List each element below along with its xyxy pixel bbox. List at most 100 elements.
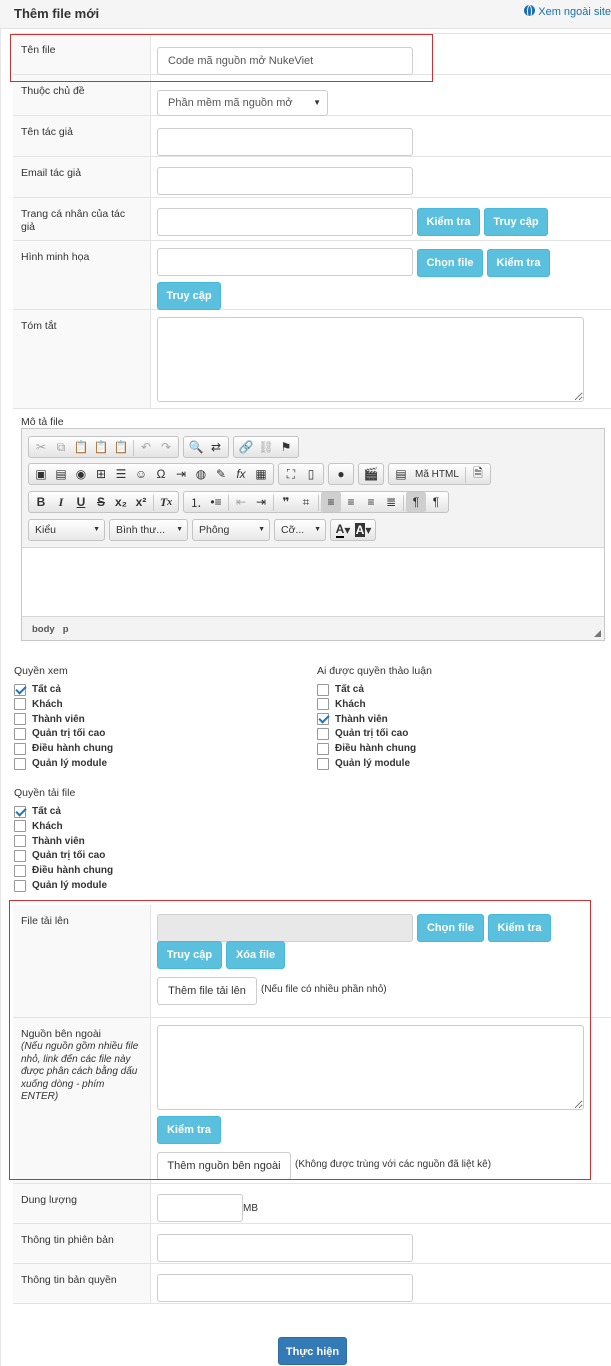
size-combo[interactable]: Cỡ... ▼	[274, 519, 326, 541]
discuss-checkbox[interactable]	[317, 683, 329, 696]
page-break-icon[interactable]: ⇥	[171, 464, 191, 484]
formula-icon[interactable]: fx	[231, 464, 251, 484]
external-source-textarea[interactable]	[157, 1025, 584, 1110]
anchor-flag-icon[interactable]: ⚑	[276, 437, 296, 457]
image-choose-button[interactable]: Chọn file	[417, 249, 483, 277]
align-center-icon[interactable]: ≡	[341, 492, 361, 512]
author-url-check-button[interactable]: Kiểm tra	[417, 208, 480, 236]
image-check-button[interactable]: Kiểm tra	[487, 249, 550, 277]
about-icon[interactable]: ●	[331, 464, 351, 484]
font-combo[interactable]: Phông ▼	[192, 519, 270, 541]
view-checkbox[interactable]	[14, 683, 26, 696]
special-char-icon[interactable]: Ω	[151, 464, 171, 484]
bulleted-list-icon[interactable]: •≡	[206, 492, 226, 512]
summary-textarea[interactable]	[157, 317, 584, 402]
paste-word-icon[interactable]: 📋	[111, 437, 131, 457]
replace-icon[interactable]: ⇄	[206, 437, 226, 457]
smiley-icon[interactable]: ☺	[131, 464, 151, 484]
resize-grip-icon[interactable]	[594, 630, 601, 637]
file-name-input[interactable]	[157, 47, 413, 75]
horizontal-rule-icon[interactable]: ☰	[111, 464, 131, 484]
media-icon[interactable]: ◉	[71, 464, 91, 484]
video-icon[interactable]: ▦	[251, 464, 271, 484]
filesize-input[interactable]	[157, 1194, 243, 1222]
format-combo[interactable]: Bình thư... ▼	[109, 519, 188, 541]
view-option[interactable]: Quản lý module	[14, 756, 107, 771]
external-check-button[interactable]: Kiểm tra	[157, 1116, 221, 1144]
author-url-visit-button[interactable]: Truy cập	[484, 208, 548, 236]
discuss-checkbox[interactable]	[317, 698, 329, 711]
background-color-icon[interactable]: A ▾	[353, 520, 373, 540]
upload-choose-button[interactable]: Chọn file	[417, 914, 484, 942]
link-icon[interactable]: 🔗	[236, 437, 256, 457]
table-icon[interactable]: ⊞	[91, 464, 111, 484]
italic-icon[interactable]: I	[51, 492, 71, 512]
download-option[interactable]: Tất cả	[14, 804, 61, 819]
add-external-source-button[interactable]: Thêm nguồn bên ngoài	[157, 1152, 291, 1180]
download-checkbox[interactable]	[14, 835, 26, 848]
underline-icon[interactable]: U	[71, 492, 91, 512]
view-option[interactable]: Quản trị tối cao	[14, 726, 105, 741]
discuss-checkbox[interactable]	[317, 727, 329, 740]
flash-icon[interactable]: ▤	[51, 464, 71, 484]
download-option[interactable]: Quản trị tối cao	[14, 848, 105, 863]
align-right-icon[interactable]: ≡	[361, 492, 381, 512]
author-email-input[interactable]	[157, 167, 413, 195]
discuss-checkbox[interactable]	[317, 713, 329, 726]
text-color-icon[interactable]: A ▾	[333, 520, 353, 540]
ltr-icon[interactable]: ¶	[406, 492, 426, 512]
source-button[interactable]: ▤ Mã HTML 🗎	[388, 463, 491, 485]
show-blocks-icon[interactable]: ▯	[301, 464, 321, 484]
redo-icon[interactable]: ↷	[156, 437, 176, 457]
download-checkbox[interactable]	[14, 820, 26, 833]
download-option[interactable]: Quản lý module	[14, 878, 107, 893]
upload-visit-button[interactable]: Truy cập	[157, 941, 222, 969]
upload-delete-button[interactable]: Xóa file	[226, 941, 285, 969]
category-select[interactable]: Phần mềm mã nguồn mở ▼	[157, 90, 328, 116]
align-left-icon[interactable]: ≡	[321, 492, 341, 512]
discuss-option[interactable]: Khách	[317, 697, 366, 712]
outdent-icon[interactable]: ⇤	[231, 492, 251, 512]
view-option[interactable]: Thành viên	[14, 712, 85, 727]
undo-icon[interactable]: ↶	[136, 437, 156, 457]
download-option[interactable]: Thành viên	[14, 834, 85, 849]
image-visit-button[interactable]: Truy cập	[157, 282, 221, 310]
view-outside-link[interactable]: Xem ngoài site	[524, 5, 611, 18]
paste-text-icon[interactable]: 📋	[91, 437, 111, 457]
view-checkbox[interactable]	[14, 757, 26, 770]
author-name-input[interactable]	[157, 128, 413, 156]
style-combo[interactable]: Kiểu ▼	[28, 519, 105, 541]
document-icon[interactable]: 🗎	[468, 464, 488, 484]
maximize-icon[interactable]: ⛶	[281, 464, 301, 484]
numbered-list-icon[interactable]: ⒈	[186, 492, 206, 512]
align-justify-icon[interactable]: ≣	[381, 492, 401, 512]
film-icon[interactable]: 🎬	[361, 464, 381, 484]
iframe-icon[interactable]: ◍	[191, 464, 211, 484]
add-upload-file-button[interactable]: Thêm file tải lên	[157, 977, 257, 1005]
create-div-icon[interactable]: ⌗	[296, 492, 316, 512]
download-checkbox[interactable]	[14, 864, 26, 877]
unlink-icon[interactable]: ⛓	[256, 437, 276, 457]
discuss-checkbox[interactable]	[317, 757, 329, 770]
discuss-option[interactable]: Quản lý module	[317, 756, 410, 771]
path-body[interactable]: body	[32, 624, 55, 635]
rtl-icon[interactable]: ¶	[426, 492, 446, 512]
superscript-icon[interactable]: x²	[131, 492, 151, 512]
download-option[interactable]: Điều hành chung	[14, 863, 113, 878]
find-icon[interactable]: 🔍	[186, 437, 206, 457]
discuss-option[interactable]: Thành viên	[317, 712, 388, 727]
upload-check-button[interactable]: Kiểm tra	[488, 914, 551, 942]
download-checkbox[interactable]	[14, 879, 26, 892]
cut-icon[interactable]: ✂	[31, 437, 51, 457]
copy-icon[interactable]: ⧉	[51, 437, 71, 457]
remove-format-icon[interactable]: Tx	[156, 492, 176, 512]
download-checkbox[interactable]	[14, 805, 26, 818]
view-checkbox[interactable]	[14, 727, 26, 740]
discuss-checkbox[interactable]	[317, 742, 329, 755]
view-checkbox[interactable]	[14, 742, 26, 755]
bold-icon[interactable]: B	[31, 492, 51, 512]
version-input[interactable]	[157, 1234, 413, 1262]
view-checkbox[interactable]	[14, 713, 26, 726]
image-input[interactable]	[157, 248, 413, 276]
subscript-icon[interactable]: x₂	[111, 492, 131, 512]
